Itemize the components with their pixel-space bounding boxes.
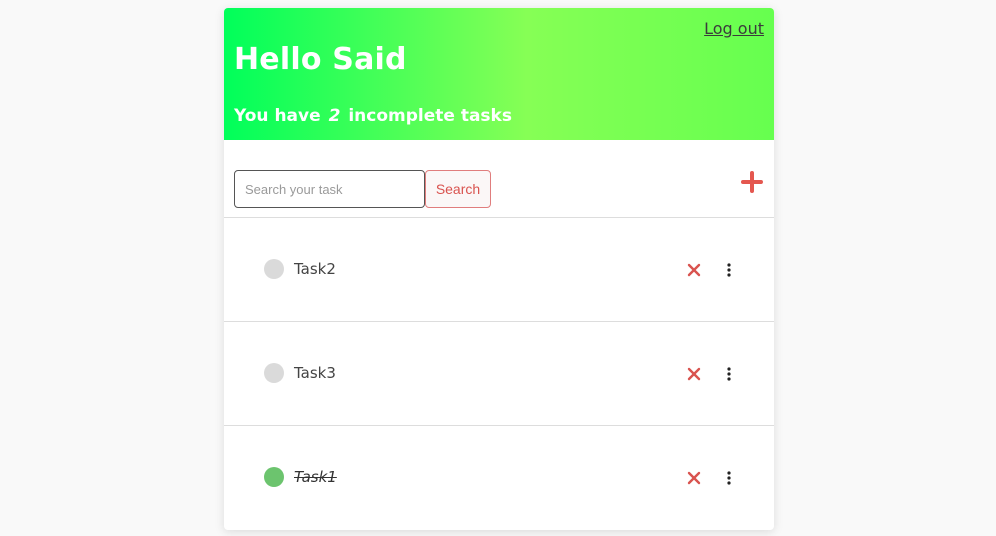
task-label: Task1 [294, 468, 337, 486]
add-task-button[interactable] [740, 170, 764, 194]
search-button[interactable]: Search [425, 170, 491, 208]
delete-task-button[interactable] [686, 262, 702, 278]
more-vertical-icon [727, 471, 731, 485]
more-vertical-icon [727, 263, 731, 277]
summary-suffix: incomplete tasks [348, 106, 512, 126]
close-icon [687, 263, 701, 277]
task-label: Task2 [294, 260, 336, 278]
delete-task-button[interactable] [686, 470, 702, 486]
close-icon [687, 471, 701, 485]
task-complete-toggle-checked[interactable] [264, 467, 284, 487]
task-label: Task3 [294, 364, 336, 382]
header: Log out Hello Said You have 2 incomplete… [224, 8, 774, 140]
delete-task-button[interactable] [686, 366, 702, 382]
todo-app: Log out Hello Said You have 2 incomplete… [224, 8, 774, 530]
task-item: Task1 [224, 426, 774, 530]
more-vertical-icon [727, 367, 731, 381]
task-complete-toggle[interactable] [264, 363, 284, 383]
search-input[interactable] [234, 170, 425, 208]
task-options-button[interactable] [723, 468, 735, 488]
incomplete-count: 2 [328, 106, 341, 126]
greeting-title: Hello Said [234, 42, 407, 77]
task-options-button[interactable] [723, 260, 735, 280]
task-item: Task3 [224, 322, 774, 426]
task-list: Task2 Task3 Task1 [224, 218, 774, 530]
summary-prefix: You have [234, 106, 321, 126]
task-options-button[interactable] [723, 364, 735, 384]
logout-link[interactable]: Log out [704, 19, 764, 38]
toolbar: Search [224, 140, 774, 218]
task-complete-toggle[interactable] [264, 259, 284, 279]
task-item: Task2 [224, 218, 774, 322]
incomplete-summary: You have 2 incomplete tasks [234, 106, 512, 126]
close-icon [687, 367, 701, 381]
plus-icon [741, 171, 763, 193]
